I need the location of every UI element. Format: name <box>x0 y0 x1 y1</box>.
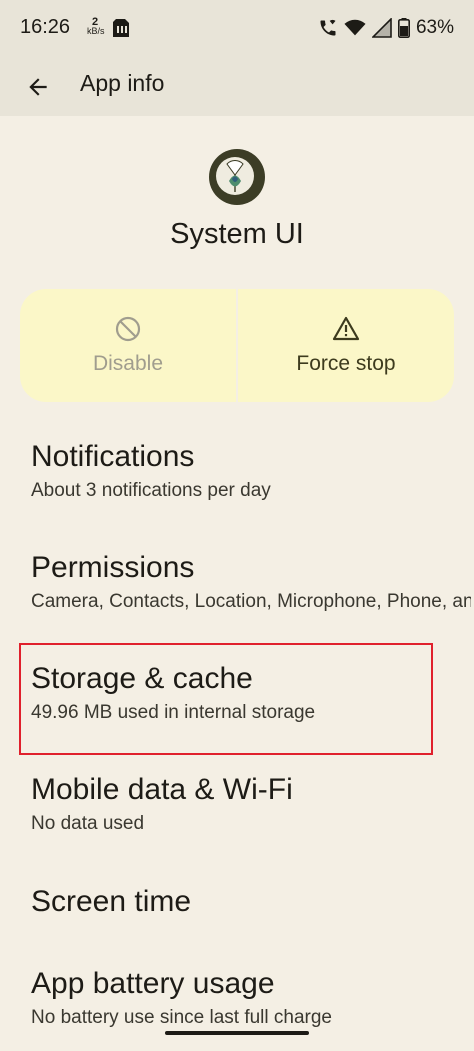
app-bar: App info <box>0 58 474 116</box>
permissions-item[interactable]: Permissions Camera, Contacts, Location, … <box>31 551 471 613</box>
arrow-back-icon <box>29 78 47 96</box>
disable-button[interactable]: Disable <box>20 289 236 402</box>
storage-cache-item[interactable]: Storage & cache 49.96 MB used in interna… <box>31 662 451 724</box>
network-speed: 2 kB/s <box>87 17 105 36</box>
status-icons: 63% <box>318 16 454 40</box>
battery-icon <box>397 18 410 38</box>
screen-time-item[interactable]: Screen time <box>31 885 451 919</box>
item-summary: About 3 notifications per day <box>31 480 271 501</box>
back-button[interactable] <box>20 69 56 105</box>
network-speed-unit: kB/s <box>87 26 105 36</box>
wifi-calling-icon <box>320 19 336 36</box>
item-summary: Camera, Contacts, Location, Microphone, … <box>31 591 471 612</box>
item-summary: 49.96 MB used in internal storage <box>31 702 316 723</box>
item-title: Permissions <box>31 551 195 584</box>
page-title: App info <box>80 70 165 96</box>
app-battery-usage-item[interactable]: App battery usage No battery use since l… <box>31 967 451 1029</box>
wifi-icon <box>344 19 366 36</box>
item-summary: No data used <box>31 813 145 834</box>
status-bar: 16:26 2 kB/s 63% <box>0 0 474 58</box>
item-title: Storage & cache <box>31 662 253 695</box>
item-title: Mobile data & Wi-Fi <box>31 773 293 806</box>
disable-label: Disable <box>92 352 164 375</box>
app-action-buttons: Disable Force stop <box>20 289 454 402</box>
status-time: 16:26 <box>20 16 71 38</box>
app-name: System UI <box>170 218 304 250</box>
item-title: Notifications <box>31 440 195 473</box>
notifications-item[interactable]: Notifications About 3 notifications per … <box>31 440 451 502</box>
battery-percent: 63% <box>415 17 454 38</box>
item-title: Screen time <box>31 885 192 918</box>
force-stop-button[interactable]: Force stop <box>238 289 454 402</box>
sim-card-icon <box>113 19 129 37</box>
item-title: App battery usage <box>31 967 275 1000</box>
cellular-signal-icon <box>371 18 392 38</box>
disable-icon <box>115 316 141 342</box>
gesture-navigation-handle[interactable] <box>165 1031 309 1035</box>
warning-icon <box>332 316 360 341</box>
item-summary: No battery use since last full charge <box>31 1007 332 1028</box>
mobile-data-wifi-item[interactable]: Mobile data & Wi-Fi No data used <box>31 773 451 835</box>
force-stop-label: Force stop <box>296 352 396 375</box>
system-ui-app-icon <box>209 149 265 205</box>
